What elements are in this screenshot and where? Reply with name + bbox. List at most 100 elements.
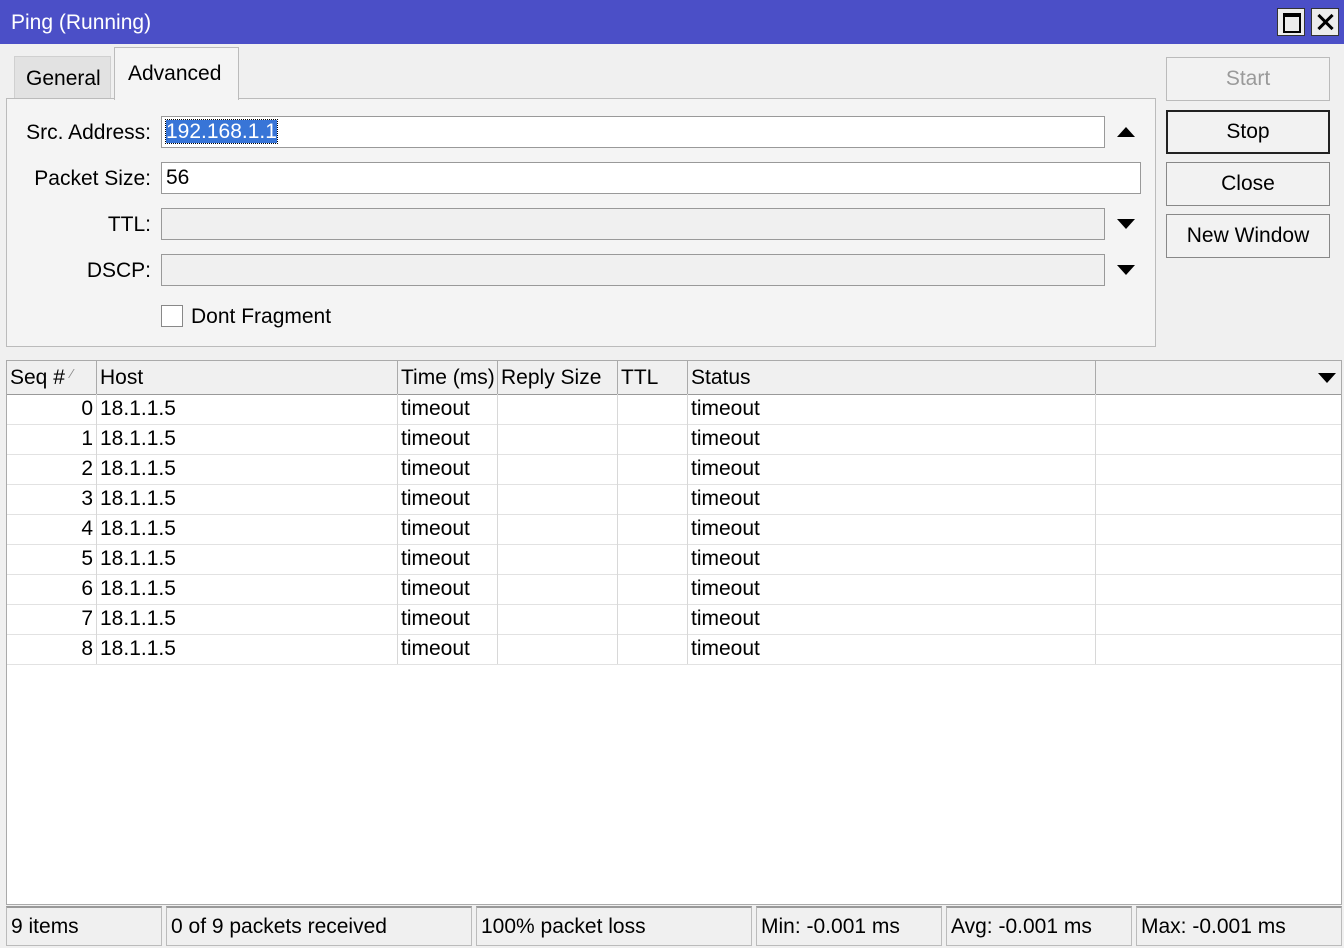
cell-time: timeout [398, 604, 498, 634]
cell-ttl [618, 544, 688, 574]
cell-host: 18.1.1.5 [97, 394, 398, 424]
window-title: Ping (Running) [11, 11, 152, 34]
column-header-host[interactable]: Host [97, 361, 398, 394]
ttl-field[interactable] [161, 208, 1105, 240]
table-row[interactable]: 3 18.1.1.5 timeout timeout [7, 484, 1341, 515]
table-row[interactable]: 0 18.1.1.5 timeout timeout [7, 394, 1341, 425]
cell-seq: 4 [7, 514, 97, 544]
src-address-label: Src. Address: [26, 121, 151, 144]
cell-ttl [618, 454, 688, 484]
cell-host: 18.1.1.5 [97, 574, 398, 604]
tab-general[interactable]: General [14, 56, 111, 98]
cell-filler [1096, 574, 1341, 604]
cell-seq: 3 [7, 484, 97, 514]
dont-fragment-checkbox[interactable] [161, 305, 183, 327]
cell-status: timeout [688, 394, 1096, 424]
table-row[interactable]: 2 18.1.1.5 timeout timeout [7, 454, 1341, 485]
src-address-field[interactable]: 192.168.1.1 [161, 116, 1105, 148]
cell-ttl [618, 634, 688, 664]
cell-seq: 7 [7, 604, 97, 634]
cell-status: timeout [688, 634, 1096, 664]
column-header-seq[interactable]: Seq # ⁄ [7, 361, 97, 394]
cell-time: timeout [398, 484, 498, 514]
cell-status: timeout [688, 544, 1096, 574]
cell-filler [1096, 424, 1341, 454]
dscp-dropdown-icon[interactable] [1117, 265, 1135, 275]
cell-time: timeout [398, 574, 498, 604]
column-header-filler [1096, 361, 1341, 394]
cell-seq: 5 [7, 544, 97, 574]
cell-ttl [618, 574, 688, 604]
table-row[interactable]: 6 18.1.1.5 timeout timeout [7, 574, 1341, 605]
title-bar[interactable]: Ping (Running) [0, 0, 1344, 44]
column-header-ttl[interactable]: TTL [618, 361, 688, 394]
cell-seq: 8 [7, 634, 97, 664]
tab-general-label: General [26, 67, 101, 90]
results-table[interactable]: Seq # ⁄ Host Time (ms) Reply Size TTL St… [6, 360, 1342, 905]
dscp-field[interactable] [161, 254, 1105, 286]
status-loss: 100% packet loss [476, 906, 752, 946]
column-header-time[interactable]: Time (ms) [398, 361, 498, 394]
close-icon[interactable] [1311, 8, 1339, 36]
table-row[interactable]: 8 18.1.1.5 timeout timeout [7, 634, 1341, 665]
cell-time: timeout [398, 454, 498, 484]
table-row[interactable]: 5 18.1.1.5 timeout timeout [7, 544, 1341, 575]
cell-time: timeout [398, 424, 498, 454]
collapse-icon[interactable] [1117, 127, 1135, 137]
start-button[interactable]: Start [1166, 57, 1330, 101]
cell-filler [1096, 514, 1341, 544]
maximize-icon[interactable] [1277, 8, 1305, 36]
cell-seq: 1 [7, 424, 97, 454]
tab-advanced[interactable]: Advanced [114, 47, 239, 100]
cell-reply-size [498, 604, 618, 634]
cell-status: timeout [688, 454, 1096, 484]
packet-size-field[interactable]: 56 [161, 162, 1141, 194]
stop-button[interactable]: Stop [1166, 110, 1330, 154]
src-address-value: 192.168.1.1 [165, 119, 278, 144]
cell-seq: 2 [7, 454, 97, 484]
column-header-seq-label: Seq # [10, 366, 65, 389]
cell-reply-size [498, 484, 618, 514]
ttl-dropdown-icon[interactable] [1117, 219, 1135, 229]
cell-filler [1096, 544, 1341, 574]
table-row[interactable]: 1 18.1.1.5 timeout timeout [7, 424, 1341, 455]
cell-status: timeout [688, 484, 1096, 514]
new-window-button[interactable]: New Window [1166, 214, 1330, 258]
status-min: Min: -0.001 ms [756, 906, 942, 946]
column-menu-icon[interactable] [1318, 373, 1336, 383]
table-row[interactable]: 7 18.1.1.5 timeout timeout [7, 604, 1341, 635]
cell-status: timeout [688, 604, 1096, 634]
cell-time: timeout [398, 634, 498, 664]
table-row[interactable]: 4 18.1.1.5 timeout timeout [7, 514, 1341, 545]
column-header-reply-size[interactable]: Reply Size [498, 361, 618, 394]
cell-filler [1096, 604, 1341, 634]
cell-status: timeout [688, 424, 1096, 454]
packet-size-label: Packet Size: [34, 167, 151, 190]
close-button[interactable]: Close [1166, 162, 1330, 206]
cell-ttl [618, 604, 688, 634]
tab-advanced-label: Advanced [128, 62, 222, 85]
cell-host: 18.1.1.5 [97, 424, 398, 454]
advanced-panel: Src. Address: 192.168.1.1 Packet Size: 5… [6, 98, 1156, 347]
cell-reply-size [498, 574, 618, 604]
cell-host: 18.1.1.5 [97, 544, 398, 574]
cell-time: timeout [398, 514, 498, 544]
cell-ttl [618, 394, 688, 424]
sort-icon: ⁄ [70, 366, 73, 381]
cell-status: timeout [688, 514, 1096, 544]
column-header-status[interactable]: Status [688, 361, 1096, 394]
cell-host: 18.1.1.5 [97, 484, 398, 514]
status-items: 9 items [6, 906, 162, 946]
cell-host: 18.1.1.5 [97, 454, 398, 484]
status-max: Max: -0.001 ms [1136, 906, 1342, 946]
cell-reply-size [498, 454, 618, 484]
cell-reply-size [498, 394, 618, 424]
cell-ttl [618, 514, 688, 544]
cell-seq: 0 [7, 394, 97, 424]
status-avg: Avg: -0.001 ms [946, 906, 1132, 946]
ttl-label: TTL: [107, 213, 151, 236]
status-received: 0 of 9 packets received [166, 906, 472, 946]
dont-fragment-label: Dont Fragment [191, 305, 332, 328]
cell-seq: 6 [7, 574, 97, 604]
table-header: Seq # ⁄ Host Time (ms) Reply Size TTL St… [7, 361, 1341, 395]
